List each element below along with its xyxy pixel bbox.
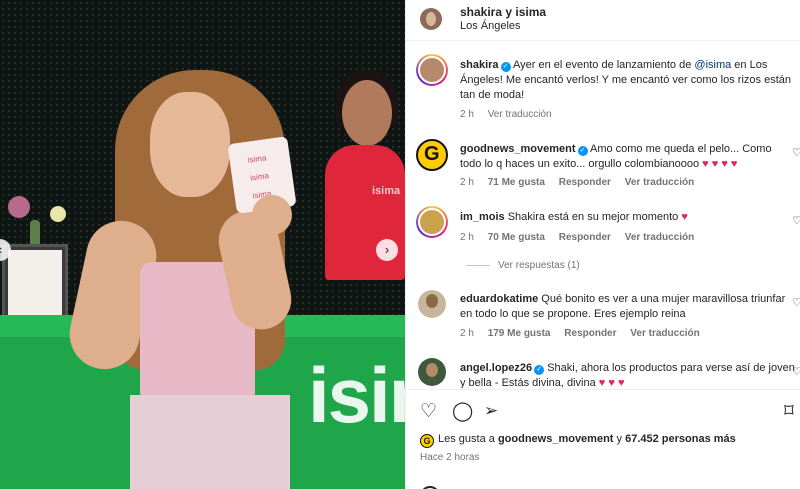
caption-meta: 2 h Ver traducción — [460, 109, 563, 120]
avatar[interactable] — [416, 206, 448, 238]
chevron-right-icon: › — [384, 242, 390, 257]
avatar[interactable] — [418, 358, 446, 386]
avatar[interactable]: G — [416, 139, 448, 171]
translate-link[interactable]: Ver traducción — [630, 328, 699, 339]
comment-username[interactable]: eduardokatime — [460, 293, 538, 305]
comment-username[interactable]: angel.lopez26 — [460, 362, 532, 374]
translate-link[interactable]: Ver traducción — [488, 109, 552, 120]
post-title[interactable]: shakira y isima — [460, 5, 546, 19]
chevron-left-icon: ‹ — [0, 242, 2, 257]
like-comment-icon[interactable]: ♡ — [792, 214, 800, 227]
replies-divider — [466, 264, 490, 266]
counter-brand-logo: isima — [308, 351, 405, 439]
comment-meta: 2 h 70 Me gusta Responder Ver traducción — [460, 232, 695, 243]
comment-likes[interactable]: 71 Me gusta — [488, 177, 545, 188]
staff-shirt — [325, 145, 405, 280]
verified-icon: ✓ — [500, 62, 511, 72]
liker-avatar: G — [420, 434, 434, 448]
person-pants — [130, 395, 290, 489]
post-actions: ♡ ◯ ➢ ⌑ G Les gusta a goodnews_movement y… — [406, 389, 800, 489]
bookmark-icon[interactable]: ⌑ — [784, 400, 794, 423]
product-mark: isima — [247, 153, 267, 165]
likes-summary[interactable]: G Les gusta a goodnews_movement y 67.452 … — [420, 433, 736, 448]
comment-username[interactable]: goodnews_movement — [460, 143, 576, 155]
translate-link[interactable]: Ver traducción — [625, 232, 694, 243]
comment-text: im_mois Shakira está en su mejor momento… — [460, 211, 688, 223]
post-header: shakira y isima Los Ángeles — [406, 0, 800, 41]
posted-time: Hace 2 horas — [420, 452, 480, 463]
reply-button[interactable]: Responder — [559, 232, 611, 243]
verified-icon: ✓ — [534, 365, 545, 375]
like-comment-icon[interactable]: ♡ — [792, 365, 800, 378]
carousel-next-button[interactable]: › — [376, 239, 398, 261]
flowers — [0, 160, 80, 250]
emoji: ♥ ♥ ♥ — [598, 377, 625, 388]
avatar[interactable] — [418, 290, 446, 318]
comments-list[interactable]: shakira ✓ Ayer en el evento de lanzamient… — [406, 42, 800, 388]
comment-text: angel.lopez26 ✓ Shaki, ahora los producto… — [460, 362, 795, 388]
comment-likes[interactable]: 179 Me gusta — [488, 328, 551, 339]
post-location[interactable]: Los Ángeles — [460, 20, 521, 32]
liked-by-user[interactable]: goodnews_movement — [498, 433, 614, 445]
share-icon[interactable]: ➢ — [484, 401, 498, 421]
heart-emoji: ♥ ♥ ♥ ♥ — [702, 158, 738, 170]
caption-username[interactable]: shakira — [460, 59, 499, 71]
comment-likes[interactable]: 70 Me gusta — [488, 232, 545, 243]
comment-meta: 2 h 71 Me gusta Responder Ver traducción — [460, 177, 695, 188]
comment-meta: 2 h 179 Me gusta Responder Ver traducció… — [460, 328, 700, 339]
reply-button[interactable]: Responder — [559, 177, 611, 188]
comment-username[interactable]: im_mois — [460, 211, 505, 223]
reply-button[interactable]: Responder — [564, 328, 616, 339]
comment-text: goodnews_movement ✓ Amo como me queda el … — [460, 143, 772, 170]
view-replies-button[interactable]: Ver respuestas (1) — [466, 260, 580, 271]
staff-logo: isima — [372, 185, 401, 197]
post-photo[interactable]: isima isima isima isima isima ‹ › — [0, 0, 405, 489]
caption-time: 2 h — [460, 109, 474, 120]
translate-link[interactable]: Ver traducción — [625, 177, 694, 188]
person-face — [150, 92, 230, 197]
heart-emoji: ♥ — [681, 211, 688, 223]
person-hand — [252, 195, 292, 235]
staff-head — [342, 80, 392, 146]
verified-icon: ✓ — [577, 146, 588, 156]
product-mark: isima — [249, 171, 270, 183]
comment-text: eduardokatime Qué bonito es ver a una mu… — [460, 293, 786, 320]
like-comment-icon[interactable]: ♡ — [792, 146, 800, 159]
like-comment-icon[interactable]: ♡ — [792, 296, 800, 309]
display-sign — [8, 250, 62, 322]
liked-by-count[interactable]: 67.452 personas más — [625, 433, 736, 445]
post-side-panel: shakira y isima Los Ángeles shakira ✓ Aye… — [405, 0, 800, 489]
comment-icon[interactable]: ◯ — [452, 400, 473, 423]
avatar[interactable] — [416, 54, 448, 86]
heart-icon[interactable]: ♡ — [420, 400, 437, 423]
caption-text: shakira ✓ Ayer en el evento de lanzamient… — [460, 59, 791, 101]
avatar[interactable] — [420, 8, 442, 30]
mention-link[interactable]: @isima — [694, 59, 731, 71]
